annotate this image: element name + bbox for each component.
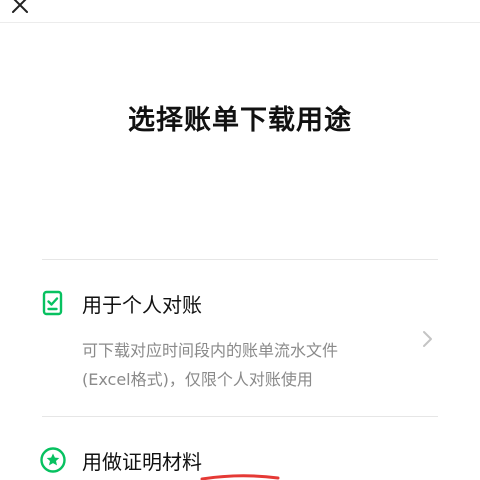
close-button[interactable] bbox=[6, 0, 34, 16]
option-title: 用做证明材料 bbox=[82, 450, 202, 474]
page-title: 选择账单下载用途 bbox=[128, 105, 352, 136]
top-bar bbox=[0, 0, 480, 23]
option-title: 用于个人对账 bbox=[82, 293, 202, 317]
annotation-mark bbox=[200, 474, 280, 480]
close-icon bbox=[12, 0, 28, 13]
star-badge-icon bbox=[40, 447, 66, 473]
chevron-right-icon bbox=[423, 331, 432, 347]
document-check-icon bbox=[42, 290, 63, 316]
divider-top bbox=[42, 259, 438, 260]
divider-middle bbox=[42, 416, 438, 417]
option-description-line2: (Excel格式)，仅限个人对账使用 bbox=[82, 370, 313, 389]
option-description-line1: 可下载对应时间段内的账单流水文件 bbox=[82, 341, 339, 360]
